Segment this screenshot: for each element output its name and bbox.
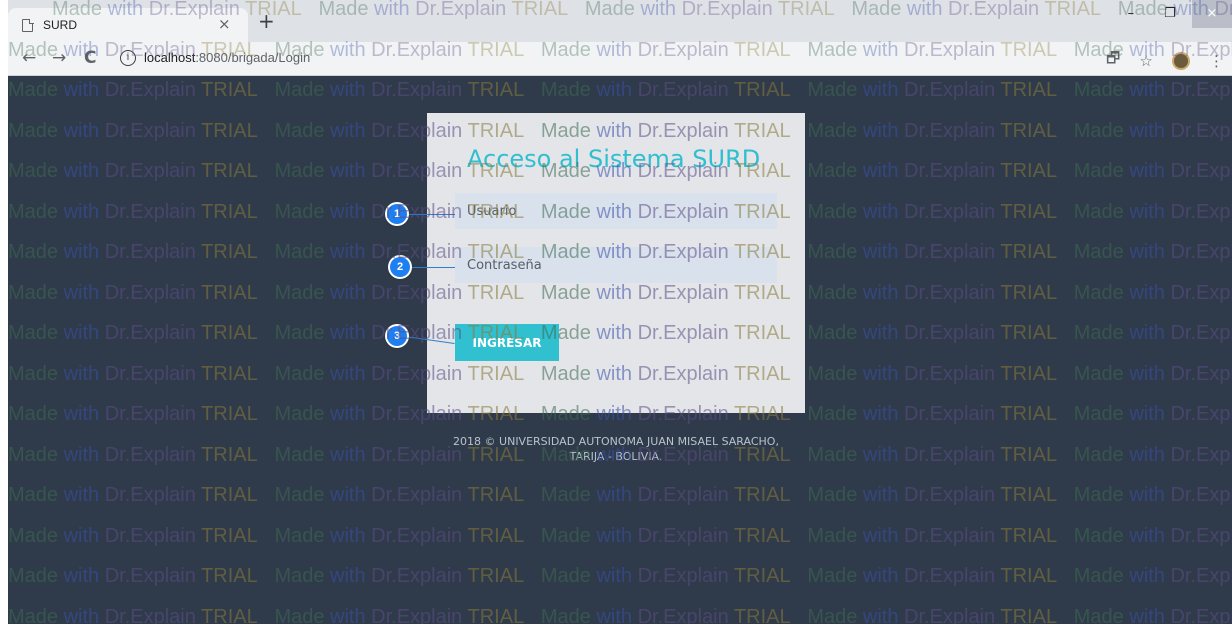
site-info-icon[interactable]: i (120, 50, 136, 66)
watermark-row: Made with Dr.Explain TRIAL Made with Dr.… (8, 524, 1232, 547)
reload-icon[interactable]: C (84, 49, 96, 67)
callout-1-line (405, 214, 455, 215)
window-controls: – ❐ × (1114, 0, 1232, 30)
footer-line-1: 2018 © UNIVERSIDAD AUTONOMA JUAN MISAEL … (453, 435, 779, 448)
minimize-button[interactable]: – (1114, 0, 1148, 28)
close-tab-icon[interactable]: × (218, 15, 231, 33)
watermark-row: Made with Dr.Explain TRIAL Made with Dr.… (8, 79, 1232, 101)
watermark-row: Made with Dr.Explain TRIAL Made with Dr.… (8, 565, 1232, 587)
translate-icon[interactable]: 🗗 (1106, 48, 1120, 73)
callout-2-line (408, 267, 455, 268)
profile-avatar[interactable] (1171, 51, 1190, 70)
login-card: Acceso al Sistema SURD INGRESAR (427, 113, 805, 413)
footer-line-2: TARIJA - BOLIVIA. (569, 450, 663, 463)
browser-toolbar: ← → C i localhost:8080/brigada/Login 🗗 ☆… (8, 42, 1232, 76)
watermark-row: Made with Dr.Explain TRIAL Made with Dr.… (8, 484, 1232, 506)
maximize-button[interactable]: ❐ (1153, 0, 1187, 28)
tab-bar: SURD × + – ❐ × (8, 0, 1232, 42)
password-input[interactable] (455, 247, 777, 283)
footer-copyright: 2018 © UNIVERSIDAD AUTONOMA JUAN MISAEL … (427, 434, 805, 464)
forward-arrow-icon[interactable]: → (52, 49, 66, 67)
close-window-button[interactable]: × (1192, 0, 1232, 28)
url-host: localhost (144, 50, 196, 65)
url-text: localhost:8080/brigada/Login (144, 50, 310, 65)
username-input[interactable] (455, 193, 777, 229)
browser-menu-icon[interactable]: ⋮ (1209, 52, 1224, 70)
login-button[interactable]: INGRESAR (455, 324, 559, 361)
url-path: :8080/brigada/Login (195, 50, 311, 65)
callout-3-badge: 3 (387, 326, 407, 346)
callout-2-badge: 2 (390, 257, 410, 277)
back-arrow-icon[interactable]: ← (22, 49, 36, 67)
page-icon (22, 18, 34, 32)
login-title: Acceso al Sistema SURD (467, 145, 761, 173)
callout-1-badge: 1 (387, 204, 407, 224)
toolbar-actions: 🗗 ☆ ⋮ (1092, 48, 1224, 70)
tab-surd[interactable]: SURD × (8, 8, 248, 42)
tab-title: SURD (43, 18, 78, 32)
watermark-row: Made with Dr.Explain TRIAL Made with Dr.… (8, 605, 1232, 624)
browser-window: SURD × + – ❐ × ← → C i localhost:8080/br… (8, 0, 1232, 624)
bookmark-star-icon[interactable]: ☆ (1139, 52, 1152, 70)
new-tab-button[interactable]: + (258, 11, 275, 31)
address-bar[interactable]: i localhost:8080/brigada/Login (108, 46, 1208, 72)
